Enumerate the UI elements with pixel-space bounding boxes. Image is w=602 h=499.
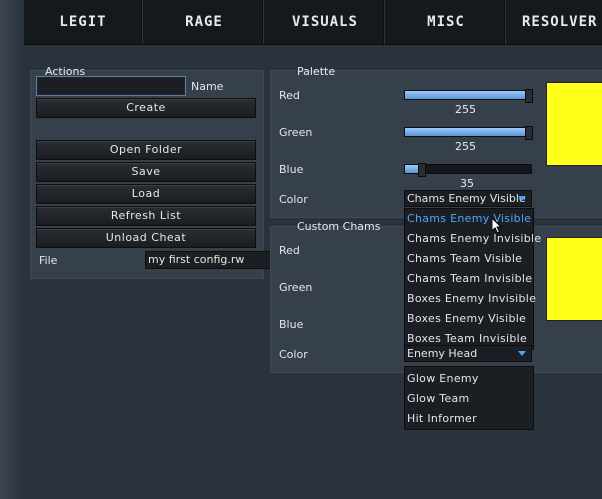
chams-blue-label: Blue bbox=[279, 318, 304, 331]
palette-title: Palette bbox=[297, 65, 336, 78]
chevron-down-icon bbox=[518, 196, 526, 201]
palette-red-value: 255 bbox=[455, 103, 476, 116]
tab-legit[interactable]: LEGIT bbox=[24, 0, 143, 44]
tab-misc[interactable]: MISC bbox=[387, 0, 506, 44]
dropdown-option[interactable]: Boxes Enemy Visible bbox=[407, 309, 526, 329]
green-slider-handle[interactable] bbox=[525, 126, 533, 140]
chams-color-swatch bbox=[546, 237, 602, 321]
dropdown-option[interactable]: Glow Enemy bbox=[407, 369, 479, 389]
dropdown-option[interactable]: Hit Informer bbox=[407, 409, 477, 429]
palette-color-select[interactable]: Chams Enemy Visible bbox=[404, 190, 532, 207]
green-slider-fill bbox=[405, 128, 531, 136]
palette-color-swatch bbox=[546, 82, 602, 166]
red-slider-handle[interactable] bbox=[525, 89, 533, 103]
unload-cheat-button[interactable]: Unload Cheat bbox=[36, 228, 256, 248]
tab-rage[interactable]: RAGE bbox=[145, 0, 264, 44]
config-file-value: my first config.rw bbox=[148, 253, 245, 266]
dropdown-option[interactable]: Chams Enemy Visible bbox=[407, 209, 531, 229]
palette-green-label: Green bbox=[279, 126, 313, 139]
palette-green-slider[interactable] bbox=[404, 126, 533, 140]
background-strip bbox=[0, 0, 24, 499]
dropdown-option[interactable]: Boxes Enemy Invisible bbox=[407, 289, 536, 309]
blue-slider-handle[interactable] bbox=[418, 163, 426, 177]
load-button[interactable]: Load bbox=[36, 184, 256, 204]
refresh-list-button[interactable]: Refresh List bbox=[36, 206, 256, 226]
red-slider-fill bbox=[405, 91, 531, 99]
config-name-input[interactable] bbox=[36, 76, 186, 96]
palette-color-value: Chams Enemy Visible bbox=[407, 192, 526, 205]
dropdown-option[interactable]: Chams Enemy Invisible bbox=[407, 229, 541, 249]
save-button[interactable]: Save bbox=[36, 162, 256, 182]
palette-red-label: Red bbox=[279, 89, 300, 102]
chams-color-label: Color bbox=[279, 348, 308, 361]
mouse-cursor-icon bbox=[492, 218, 503, 234]
open-folder-button[interactable]: Open Folder bbox=[36, 140, 256, 160]
config-file-select[interactable]: my first config.rw bbox=[145, 251, 286, 269]
chams-green-label: Green bbox=[279, 281, 313, 294]
chams-color-value: Enemy Head bbox=[407, 347, 478, 360]
tab-visuals[interactable]: VISUALS bbox=[266, 0, 385, 44]
custom-chams-title: Custom Chams bbox=[297, 220, 381, 233]
chevron-down-icon bbox=[518, 351, 526, 356]
chams-red-label: Red bbox=[279, 244, 300, 257]
palette-blue-label: Blue bbox=[279, 163, 304, 176]
tab-bar: LEGIT RAGE VISUALS MISC RESOLVER bbox=[24, 0, 602, 45]
name-label: Name bbox=[191, 80, 224, 93]
color-dropdown-list: Chams Enemy Visible Chams Enemy Invisibl… bbox=[404, 208, 541, 350]
chams-color-select[interactable]: Enemy Head bbox=[404, 345, 532, 362]
dropdown-option[interactable]: Chams Team Invisible bbox=[407, 269, 532, 289]
dropdown-option[interactable]: Glow Team bbox=[407, 389, 470, 409]
create-button[interactable]: Create bbox=[36, 98, 256, 118]
chams-dropdown-list: Glow Enemy Glow Team Hit Informer bbox=[404, 366, 534, 430]
palette-blue-value: 35 bbox=[460, 177, 474, 190]
palette-green-value: 255 bbox=[455, 140, 476, 153]
file-label: File bbox=[39, 254, 58, 267]
palette-color-label: Color bbox=[279, 193, 308, 206]
palette-red-slider[interactable] bbox=[404, 89, 533, 103]
cheat-menu-window: LEGIT RAGE VISUALS MISC RESOLVER Actions… bbox=[24, 0, 602, 499]
tab-resolver[interactable]: RESOLVER bbox=[508, 0, 602, 44]
palette-blue-slider[interactable] bbox=[404, 163, 532, 177]
dropdown-option[interactable]: Chams Team Visible bbox=[407, 249, 522, 269]
